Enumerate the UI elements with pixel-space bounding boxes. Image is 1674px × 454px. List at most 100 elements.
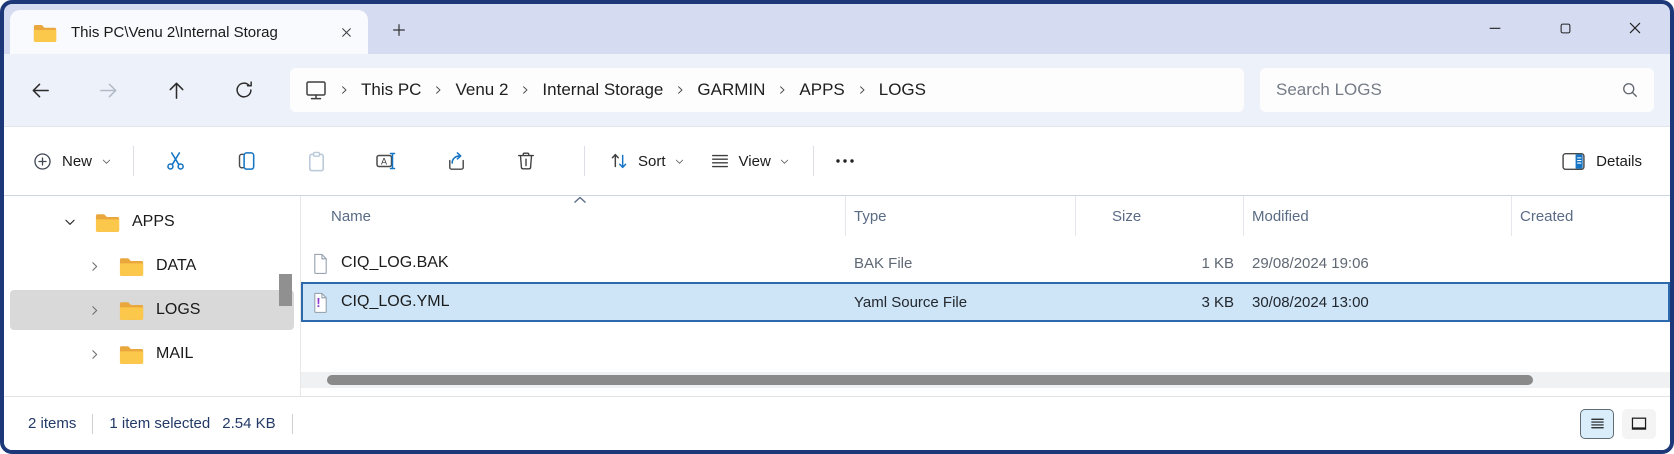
- tab-close-icon[interactable]: [332, 18, 360, 46]
- sort-button[interactable]: Sort: [596, 142, 697, 180]
- file-icon: [311, 252, 330, 275]
- file-list: Name Type Size Modified Created CIQ_LOG.…: [301, 196, 1670, 396]
- sidebar-item-logs[interactable]: LOGS: [10, 290, 294, 330]
- breadcrumb-chevron-icon[interactable]: [338, 84, 350, 96]
- main-area: APPS DATA LOGS MAIL: [4, 196, 1670, 396]
- sidebar-item-apps[interactable]: APPS: [10, 202, 294, 242]
- file-row-ciq-log-yml[interactable]: ! CIQ_LOG.YML Yaml Source File 3 KB 30/0…: [301, 282, 1670, 322]
- delete-button[interactable]: [503, 140, 549, 182]
- rename-icon: A: [374, 149, 398, 173]
- chevron-down-icon: [101, 156, 112, 167]
- minimize-icon: [1487, 20, 1503, 36]
- search-icon[interactable]: [1620, 80, 1640, 100]
- breadcrumb-chevron-icon[interactable]: [776, 84, 788, 96]
- sidebar-item-mail[interactable]: MAIL: [10, 334, 294, 374]
- file-modified: 30/08/2024 13:00: [1244, 294, 1512, 311]
- folder-icon: [94, 211, 120, 233]
- minimize-button[interactable]: [1472, 8, 1518, 48]
- more-button[interactable]: [825, 140, 865, 182]
- toolbar-separator: [813, 146, 814, 176]
- rename-button[interactable]: A: [363, 140, 409, 182]
- file-name: CIQ_LOG.BAK: [341, 254, 449, 272]
- cut-icon: [165, 150, 188, 173]
- refresh-button[interactable]: [222, 70, 266, 110]
- column-header-modified[interactable]: Modified: [1244, 196, 1512, 236]
- address-bar[interactable]: This PC Venu 2 Internal Storage GARMIN A…: [290, 68, 1244, 112]
- maximize-button[interactable]: [1542, 8, 1588, 48]
- sort-icon: [608, 150, 630, 172]
- details-view-toggle[interactable]: [1580, 409, 1614, 439]
- breadcrumb-this-pc[interactable]: This PC: [352, 80, 430, 100]
- new-tab-button[interactable]: [382, 13, 416, 47]
- arrow-left-icon: [29, 79, 52, 102]
- horizontal-scrollbar-thumb[interactable]: [327, 375, 1533, 385]
- search-input[interactable]: [1274, 79, 1620, 101]
- column-header-size[interactable]: Size: [1076, 196, 1244, 236]
- toolbar-separator: [133, 146, 134, 176]
- back-button[interactable]: [18, 70, 62, 110]
- file-modified: 29/08/2024 19:06: [1244, 255, 1512, 272]
- plus-circle-icon: [32, 151, 53, 172]
- breadcrumb-chevron-icon[interactable]: [519, 84, 531, 96]
- sidebar-item-label: MAIL: [156, 345, 193, 363]
- breadcrumb-apps[interactable]: APPS: [790, 80, 853, 100]
- explorer-tab[interactable]: This PC\Venu 2\Internal Storag: [10, 10, 368, 54]
- details-pane-button[interactable]: Details: [1557, 141, 1646, 182]
- icons-view-toggle[interactable]: [1622, 409, 1656, 439]
- ellipsis-icon: [833, 149, 857, 173]
- sidebar-item-data[interactable]: DATA: [10, 246, 294, 286]
- file-size: 3 KB: [1076, 294, 1244, 311]
- close-button[interactable]: [1612, 8, 1658, 48]
- file-row-ciq-log-bak[interactable]: CIQ_LOG.BAK BAK File 1 KB 29/08/2024 19:…: [301, 244, 1670, 282]
- file-type: BAK File: [846, 255, 1076, 272]
- sort-button-label: Sort: [638, 153, 666, 170]
- breadcrumb-internal-storage[interactable]: Internal Storage: [533, 80, 672, 100]
- chevron-right-icon[interactable]: [84, 260, 104, 273]
- file-name: CIQ_LOG.YML: [341, 293, 449, 311]
- details-view-icon: [1589, 415, 1606, 432]
- view-icon: [709, 150, 731, 172]
- sidebar-item-label: LOGS: [156, 301, 200, 319]
- item-count: 2 items: [28, 415, 76, 432]
- breadcrumb-logs[interactable]: LOGS: [870, 80, 935, 100]
- file-explorer-window: This PC\Venu 2\Internal Storag: [0, 0, 1674, 454]
- chevron-down-icon[interactable]: [60, 215, 80, 229]
- sidebar-scrollbar-thumb[interactable]: [279, 274, 292, 306]
- search-box[interactable]: [1260, 68, 1654, 112]
- sort-ascending-icon: [573, 196, 587, 204]
- chevron-right-icon[interactable]: [84, 304, 104, 317]
- view-button[interactable]: View: [697, 142, 802, 180]
- breadcrumb-chevron-icon[interactable]: [674, 84, 686, 96]
- paste-button: [293, 140, 339, 182]
- forward-button: [86, 70, 130, 110]
- svg-text:!: !: [316, 295, 320, 310]
- trash-icon: [515, 150, 537, 172]
- status-bar: 2 items 1 item selected 2.54 KB: [4, 396, 1670, 450]
- breadcrumb-garmin[interactable]: GARMIN: [688, 80, 774, 100]
- breadcrumb-chevron-icon[interactable]: [856, 84, 868, 96]
- share-button[interactable]: [433, 140, 479, 182]
- file-size: 1 KB: [1076, 255, 1244, 272]
- file-type: Yaml Source File: [846, 294, 1076, 311]
- this-pc-icon: [304, 78, 328, 102]
- column-header-created[interactable]: Created: [1512, 196, 1670, 236]
- close-icon: [1627, 20, 1643, 36]
- folder-icon: [118, 343, 144, 365]
- command-bar: New A Sort View: [4, 126, 1670, 196]
- share-icon: [445, 150, 468, 173]
- cut-button[interactable]: [153, 140, 199, 182]
- breadcrumb-venu-2[interactable]: Venu 2: [446, 80, 517, 100]
- folder-icon: [118, 255, 144, 277]
- breadcrumb-chevron-icon[interactable]: [432, 84, 444, 96]
- chevron-right-icon[interactable]: [84, 348, 104, 361]
- selection-size: 2.54 KB: [222, 415, 275, 432]
- copy-button[interactable]: [223, 140, 269, 182]
- up-button[interactable]: [154, 70, 198, 110]
- new-button[interactable]: New: [22, 143, 122, 180]
- paste-icon: [305, 150, 328, 173]
- column-headers: Name Type Size Modified Created: [311, 196, 1670, 236]
- column-header-type[interactable]: Type: [846, 196, 1076, 236]
- horizontal-scrollbar[interactable]: [301, 372, 1670, 388]
- sidebar-item-label: DATA: [156, 257, 196, 275]
- chevron-down-icon: [674, 156, 685, 167]
